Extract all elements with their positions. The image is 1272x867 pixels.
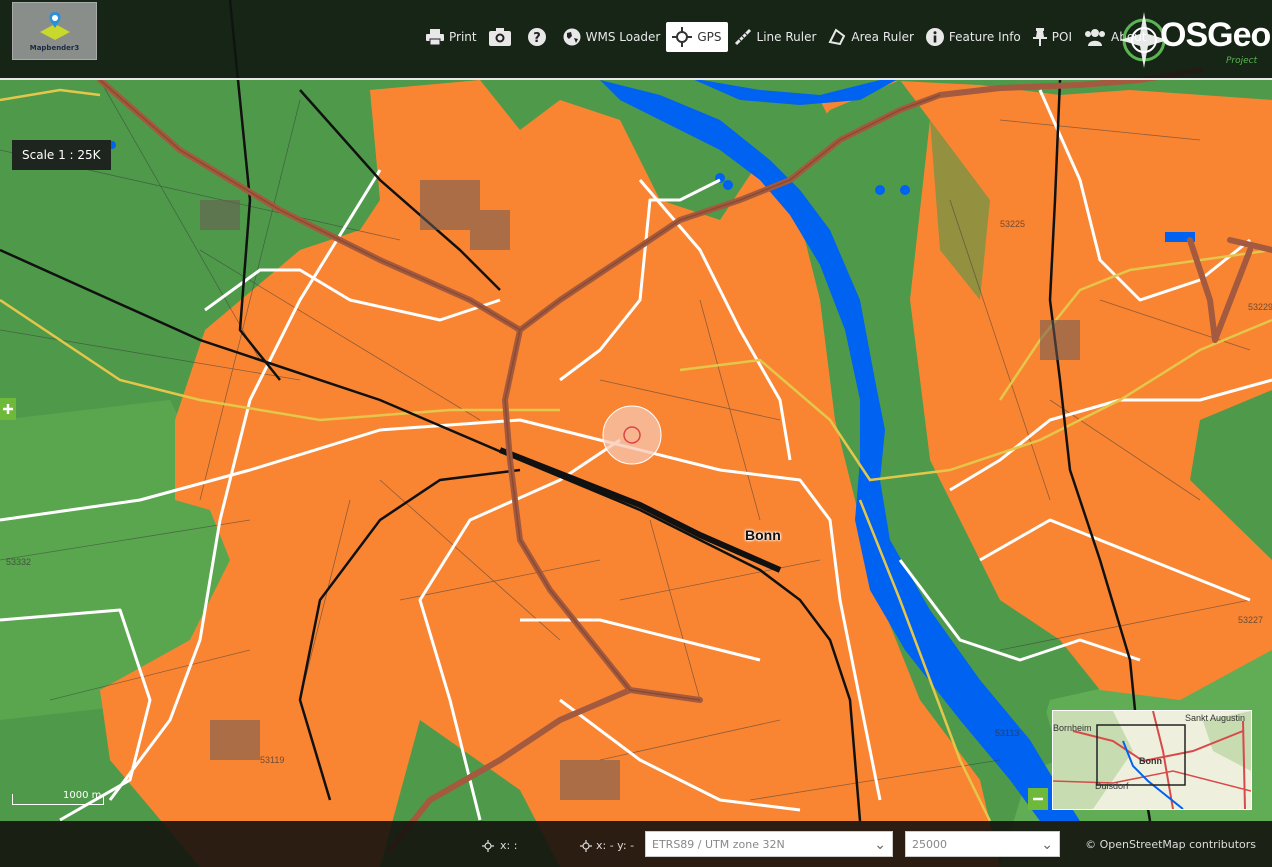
xy-coordinate: x: - y: -	[596, 839, 635, 852]
xy-coordinates-display: x: - y: -	[580, 839, 634, 852]
minus-icon	[1033, 797, 1043, 801]
mapbender-logo-icon	[39, 12, 70, 40]
svg-text:53227: 53227	[1238, 615, 1263, 625]
help-button[interactable]: ?	[522, 22, 557, 52]
question-icon: ?	[527, 28, 546, 46]
svg-text:?: ?	[533, 31, 541, 46]
pushpin-icon	[1032, 28, 1047, 46]
srs-value: ETRS89 / UTM zone 32N	[652, 838, 785, 851]
printer-icon	[426, 29, 444, 45]
poi-label: POI	[1051, 30, 1073, 44]
svg-text:53229: 53229	[1248, 302, 1272, 312]
crosshair-icon	[580, 839, 592, 852]
camera-icon	[488, 28, 511, 46]
overview-label: Duisdorf	[1095, 781, 1129, 791]
svg-text:53113: 53113	[995, 728, 1019, 738]
coordinates-display: x: :	[482, 839, 517, 852]
crosshair-icon	[482, 839, 494, 852]
line-ruler-button[interactable]: Line Ruler	[728, 22, 823, 52]
plus-icon	[3, 404, 13, 414]
mapbender-logo[interactable]: Mapbender3	[12, 2, 97, 60]
scale-display: Scale 1 : 25K	[12, 140, 111, 170]
attribution[interactable]: © OpenStreetMap contributors	[1085, 838, 1256, 851]
overview-label: Sankt Augustin	[1185, 713, 1246, 723]
top-toolbar: Mapbender3 Print ? WMS Loader GPS Line R…	[0, 0, 1272, 80]
area-ruler-icon	[828, 28, 846, 46]
overview-map[interactable]: Sankt Augustin Bornheim Bonn Duisdorf	[1052, 710, 1252, 810]
scale-bar: 1000 m	[12, 790, 104, 805]
gps-button[interactable]: GPS	[666, 22, 728, 52]
toolbar-buttons: Print ? WMS Loader GPS Line Ruler Area R…	[420, 22, 1153, 52]
osgeo-logo[interactable]: OSGeo Project	[1118, 10, 1271, 70]
osgeo-wordmark: OSGeo	[1160, 16, 1271, 54]
feature-info-label: Feature Info	[948, 30, 1021, 44]
chevron-down-icon: ⌄	[1041, 837, 1053, 853]
svg-text:53119: 53119	[260, 755, 284, 765]
overview-toggle-button[interactable]	[1028, 788, 1048, 810]
crosshair-icon	[672, 27, 693, 47]
logo-label: Mapbender3	[29, 44, 80, 52]
chevron-down-icon: ⌄	[874, 837, 886, 853]
scale-bar-label: 1000 m	[63, 790, 102, 801]
osgeo-subtitle: Project	[1226, 56, 1258, 66]
line-ruler-icon	[734, 28, 751, 46]
area-ruler-button[interactable]: Area Ruler	[822, 22, 919, 52]
srs-select[interactable]: ETRS89 / UTM zone 32N ⌄	[645, 831, 893, 857]
overview-label: Bonn	[1139, 756, 1162, 766]
line-ruler-label: Line Ruler	[756, 30, 817, 44]
area-ruler-label: Area Ruler	[851, 30, 914, 44]
feature-info-button[interactable]: Feature Info	[920, 22, 1027, 52]
svg-text:53225: 53225	[1000, 219, 1025, 229]
wms-loader-button[interactable]: WMS Loader	[557, 22, 667, 52]
screenshot-button[interactable]	[483, 22, 522, 52]
status-bar: x: : x: - y: - ETRS89 / UTM zone 32N ⌄ 2…	[0, 821, 1272, 867]
svg-text:53332: 53332	[6, 557, 31, 567]
zoom-in-button[interactable]	[0, 398, 16, 420]
x-coordinate: x: :	[500, 839, 518, 852]
globe-icon	[563, 28, 581, 46]
poi-button[interactable]: POI	[1027, 22, 1078, 52]
info-icon	[925, 28, 944, 46]
city-label: Bonn	[745, 527, 781, 543]
overview-label: Bornheim	[1053, 723, 1092, 733]
scale-select[interactable]: 25000 ⌄	[905, 831, 1060, 857]
print-button[interactable]: Print	[420, 22, 483, 52]
gps-label: GPS	[697, 30, 722, 44]
users-icon	[1085, 29, 1106, 46]
wms-loader-label: WMS Loader	[585, 30, 661, 44]
print-label: Print	[449, 30, 477, 44]
scale-value: 25000	[912, 838, 947, 851]
